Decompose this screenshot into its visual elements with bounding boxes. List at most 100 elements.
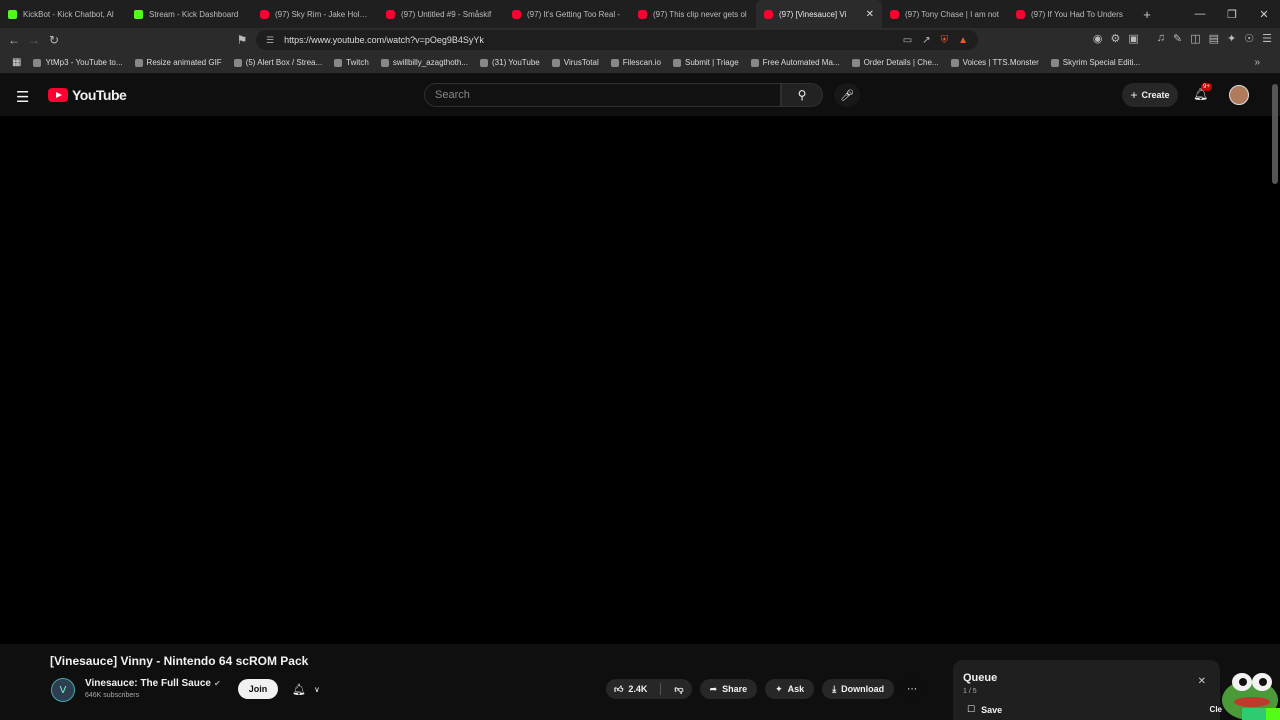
download-button[interactable]: ⤓ Download: [822, 679, 895, 699]
browser-tab[interactable]: (97) It's Getting Too Real -: [504, 0, 630, 28]
extension-icon[interactable]: ◉: [1093, 32, 1103, 45]
youtube-play-icon: [48, 88, 68, 102]
browser-tab[interactable]: (97) If You Had To Unders: [1008, 0, 1134, 28]
bookmark-item[interactable]: Twitch: [328, 58, 375, 67]
bookmark-favicon-icon: [134, 58, 143, 67]
create-button[interactable]: + Create: [1122, 83, 1178, 107]
menu-icon[interactable]: ☰: [1262, 32, 1272, 45]
bookmark-item[interactable]: (31) YouTube: [474, 58, 546, 67]
notifications-button[interactable]: 🔔︎ 9+: [1193, 83, 1212, 101]
join-button[interactable]: Join: [238, 679, 278, 699]
save-label: Save: [981, 704, 1003, 715]
bookmark-favicon-icon: [950, 58, 959, 67]
more-bookmarks-icon[interactable]: »: [1254, 57, 1280, 68]
youtube-header: ☰ YouTube Search ⚲ 🎤︎ + Create 🔔︎ 9+: [0, 74, 1280, 116]
reload-icon[interactable]: ↻: [44, 33, 64, 47]
channel-avatar[interactable]: V: [51, 678, 75, 702]
apps-icon[interactable]: ▦: [6, 57, 27, 68]
bookmark-item[interactable]: (5) Alert Box / Strea...: [228, 58, 328, 67]
close-window-icon[interactable]: ✕: [1248, 8, 1280, 21]
channel-name[interactable]: Vinesauce: The Full Sauce ✔: [85, 678, 221, 689]
share-label: Share: [722, 684, 748, 694]
wallet-icon[interactable]: ▤: [1209, 32, 1219, 45]
bookmark-label: (31) YouTube: [492, 58, 540, 67]
bookmark-favicon-icon: [750, 58, 759, 67]
close-tab-icon[interactable]: ✕: [866, 9, 874, 20]
extension-icons: ◉ ⚙ ▣ ♫ ✎ ◫ ▤ ✦ ☉ ☰: [1093, 32, 1272, 45]
bookmark-label: Twitch: [346, 58, 369, 67]
vpn-icon[interactable]: ☉: [1244, 32, 1254, 45]
browser-tab[interactable]: (97) This clip never gets ol: [630, 0, 756, 28]
minimize-icon[interactable]: —: [1184, 8, 1216, 21]
search-input[interactable]: Search: [424, 83, 781, 107]
bookmark-item[interactable]: Submit | Triage: [667, 58, 745, 67]
extensions-puzzle-icon[interactable]: ✎: [1173, 32, 1182, 45]
browser-tab[interactable]: (97) Tony Chase | I am not: [882, 0, 1008, 28]
guide-menu-icon[interactable]: ☰: [16, 88, 29, 106]
verified-icon: ✔: [213, 679, 221, 688]
brave-shield-icon[interactable]: ⛨: [941, 35, 949, 46]
site-info-icon[interactable]: ☰: [266, 35, 274, 46]
bookmark-item[interactable]: swillbilly_azagthoth...: [375, 58, 474, 67]
more-actions-button[interactable]: ⋯: [902, 679, 923, 699]
browser-tab-title: (97) Tony Chase | I am not: [905, 9, 999, 19]
video-title: [Vinesauce] Vinny - Nintendo 64 scROM Pa…: [50, 654, 309, 668]
bookmark-item[interactable]: Filescan.io: [605, 58, 667, 67]
video-player[interactable]: [0, 116, 1280, 644]
bookmark-item[interactable]: Free Automated Ma...: [745, 58, 846, 67]
bookmark-label: Order Details | Che...: [863, 58, 939, 67]
browser-tab[interactable]: (97) [Vinesauce] Vi ✕: [756, 0, 882, 28]
bookmark-item[interactable]: YtMp3 - YouTube to...: [27, 58, 128, 67]
bookmark-favicon-icon: [672, 58, 681, 67]
browser-tab-title: (97) Untitled #9 - Småskif: [401, 9, 492, 19]
extension-icon[interactable]: ▣: [1128, 32, 1138, 45]
browser-tab[interactable]: KickBot - Kick Chatbot, Al: [0, 0, 126, 28]
close-icon[interactable]: ✕: [1198, 676, 1206, 687]
url-bar[interactable]: ☰ https://www.youtube.com/watch?v=pOeg9B…: [256, 30, 978, 50]
dislike-button[interactable]: 👎︎: [666, 679, 691, 699]
browser-tab[interactable]: (97) Untitled #9 - Småskif: [378, 0, 504, 28]
media-icon[interactable]: ♫: [1157, 32, 1165, 45]
bookmark-item[interactable]: Voices | TTS.Monster: [945, 58, 1045, 67]
leo-icon[interactable]: ✦: [1227, 32, 1236, 45]
ask-label: Ask: [787, 684, 805, 694]
bookmark-page-icon[interactable]: ⚑: [232, 33, 252, 47]
restore-icon[interactable]: ❐: [1216, 8, 1248, 21]
search-button[interactable]: ⚲: [781, 83, 823, 107]
bookmark-label: Skyrim Special Editi...: [1062, 58, 1141, 67]
account-avatar[interactable]: [1229, 85, 1249, 105]
bookmark-item[interactable]: VirusTotal: [546, 58, 605, 67]
brave-rewards-icon[interactable]: ▲: [958, 35, 968, 46]
bookmark-favicon-icon: [610, 58, 619, 67]
share-icon: ➦: [709, 683, 718, 694]
ask-button[interactable]: ✦ Ask: [765, 679, 815, 699]
divider: [660, 683, 662, 695]
bookmark-item[interactable]: Resize animated GIF: [129, 58, 228, 67]
queue-title: Queue: [963, 672, 998, 684]
subscribed-notification-button[interactable]: 🔔︎ ∨: [286, 680, 330, 698]
youtube-logo[interactable]: YouTube: [48, 87, 127, 103]
cast-icon[interactable]: ▭: [903, 35, 912, 46]
url-text: https://www.youtube.com/watch?v=pOeg9B4S…: [284, 35, 484, 45]
browser-tab-title: (97) This clip never gets ol: [653, 9, 747, 19]
sidebar-icon[interactable]: ◫: [1190, 32, 1200, 45]
youtube-favicon-icon: [638, 9, 647, 19]
browser-tab[interactable]: (97) Sky Rim - Jake Hole &: [252, 0, 378, 28]
download-icon: ⤓: [832, 683, 837, 694]
new-tab-button[interactable]: +: [1134, 7, 1160, 22]
like-button[interactable]: 👍︎ 2.4K: [606, 679, 655, 699]
share-button[interactable]: ➦ Share: [699, 679, 758, 699]
page-scrollbar[interactable]: [1272, 84, 1278, 184]
share-page-icon[interactable]: ↗: [922, 35, 930, 46]
search-icon: ⚲: [797, 88, 807, 102]
bookmark-item[interactable]: Skyrim Special Editi...: [1045, 58, 1146, 67]
bookmark-favicon-icon: [233, 58, 242, 67]
back-icon[interactable]: ←: [4, 33, 24, 47]
voice-search-button[interactable]: 🎤︎: [834, 83, 860, 107]
bookmark-item[interactable]: Order Details | Che...: [846, 58, 945, 67]
save-queue-button[interactable]: ☐ Save: [967, 704, 1002, 715]
browser-tab[interactable]: Stream - Kick Dashboard: [126, 0, 252, 28]
extension-icon[interactable]: ⚙: [1110, 32, 1120, 45]
forward-icon[interactable]: →: [24, 33, 44, 47]
bookmark-favicon-icon: [334, 58, 343, 67]
